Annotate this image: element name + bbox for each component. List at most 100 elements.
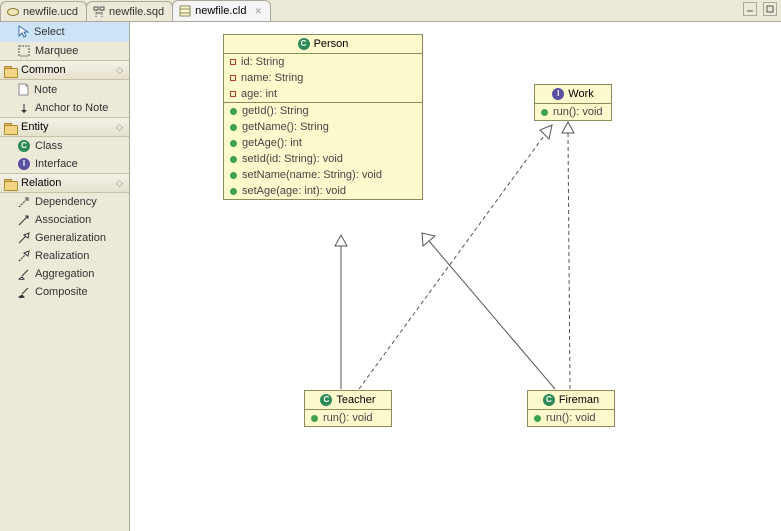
class-teacher[interactable]: C Teacher run(): void xyxy=(304,390,392,427)
palette-item-label: Select xyxy=(34,26,65,38)
operations-section: getId(): String getName(): String getAge… xyxy=(224,103,422,199)
operation-row[interactable]: run(): void xyxy=(305,410,391,426)
palette-item-aggregation[interactable]: Aggregation xyxy=(0,265,129,283)
class-icon: C xyxy=(320,394,332,406)
operation-row[interactable]: getName(): String xyxy=(224,119,422,135)
minimize-button[interactable] xyxy=(743,2,757,16)
palette-item-composite[interactable]: Composite xyxy=(0,283,129,301)
attributes-section: id: String name: String age: int xyxy=(224,54,422,103)
interface-icon: I xyxy=(18,158,30,170)
operation-row[interactable]: run(): void xyxy=(528,410,614,426)
palette-drawer-label: Entity xyxy=(21,121,49,133)
palette-item-realization[interactable]: Realization xyxy=(0,247,129,265)
operation-row[interactable]: getId(): String xyxy=(224,103,422,119)
public-icon xyxy=(230,172,237,179)
folder-icon xyxy=(4,122,17,133)
tab-label: newfile.sqd xyxy=(109,6,164,18)
palette-marquee-tool[interactable]: Marquee xyxy=(0,42,129,60)
palette-item-label: Marquee xyxy=(35,45,78,57)
palette-item-label: Composite xyxy=(35,286,88,298)
private-icon xyxy=(230,59,236,65)
palette-drawer-relation[interactable]: Relation ◇ xyxy=(0,173,129,193)
palette-item-label: Class xyxy=(35,140,63,152)
palette-drawer-common[interactable]: Common ◇ xyxy=(0,60,129,80)
operation-row[interactable]: run(): void xyxy=(535,104,611,120)
aggregation-icon xyxy=(18,268,30,280)
class-header: C Teacher xyxy=(305,391,391,410)
palette-item-label: Anchor to Note xyxy=(35,102,108,114)
palette-drawer-label: Relation xyxy=(21,177,61,189)
palette-item-label: Dependency xyxy=(35,196,97,208)
class-icon: C xyxy=(18,140,30,152)
operation-row[interactable]: getAge(): int xyxy=(224,135,422,151)
class-person[interactable]: C Person id: String name: String age: in… xyxy=(223,34,423,200)
folder-icon xyxy=(4,65,17,76)
palette-drawer-label: Common xyxy=(21,64,66,76)
operation-row[interactable]: setName(name: String): void xyxy=(224,167,422,183)
public-icon xyxy=(311,415,318,422)
folder-icon xyxy=(4,178,17,189)
realization-icon xyxy=(18,250,30,262)
interface-work[interactable]: I Work run(): void xyxy=(534,84,612,121)
class-icon: C xyxy=(298,38,310,50)
tab-newfile-sqd[interactable]: newfile.sqd xyxy=(86,1,173,21)
palette-item-association[interactable]: Association xyxy=(0,211,129,229)
palette-item-generalization[interactable]: Generalization xyxy=(0,229,129,247)
note-icon xyxy=(18,83,29,96)
palette-item-label: Note xyxy=(34,84,57,96)
cursor-icon xyxy=(18,25,29,39)
close-icon[interactable]: ✕ xyxy=(254,7,262,16)
operation-row[interactable]: setId(id: String): void xyxy=(224,151,422,167)
palette: Select Marquee Common ◇ Note Anchor to N… xyxy=(0,22,130,531)
tab-bar: newfile.ucd newfile.sqd newfile.cld ✕ xyxy=(0,0,781,22)
palette-item-label: Generalization xyxy=(35,232,106,244)
public-icon xyxy=(230,140,237,147)
operations-section: run(): void xyxy=(305,410,391,426)
palette-item-dependency[interactable]: Dependency xyxy=(0,193,129,211)
tab-newfile-ucd[interactable]: newfile.ucd xyxy=(0,1,87,21)
palette-drawer-entity[interactable]: Entity ◇ xyxy=(0,117,129,137)
palette-item-class[interactable]: C Class xyxy=(0,137,129,155)
diagram-canvas[interactable]: C Person id: String name: String age: in… xyxy=(130,22,781,531)
palette-item-label: Interface xyxy=(35,158,78,170)
usecase-diagram-icon xyxy=(7,8,19,16)
palette-select-tool[interactable]: Select xyxy=(0,22,129,42)
anchor-icon xyxy=(18,102,30,114)
chevron-icon: ◇ xyxy=(116,65,123,76)
editor-window-controls xyxy=(743,2,777,16)
public-icon xyxy=(230,124,237,131)
private-icon xyxy=(230,91,236,97)
dependency-icon xyxy=(18,196,30,208)
palette-item-label: Aggregation xyxy=(35,268,94,280)
maximize-button[interactable] xyxy=(763,2,777,16)
marquee-icon xyxy=(18,45,30,57)
operations-section: run(): void xyxy=(535,104,611,120)
attribute-row[interactable]: id: String xyxy=(224,54,422,70)
class-header: I Work xyxy=(535,85,611,104)
operation-row[interactable]: setAge(age: int): void xyxy=(224,183,422,199)
interface-icon: I xyxy=(552,88,564,100)
tab-newfile-cld[interactable]: newfile.cld ✕ xyxy=(172,0,271,21)
tab-label: newfile.cld xyxy=(195,5,246,17)
palette-item-anchor[interactable]: Anchor to Note xyxy=(0,99,129,117)
chevron-icon: ◇ xyxy=(116,122,123,133)
public-icon xyxy=(230,156,237,163)
attribute-row[interactable]: age: int xyxy=(224,86,422,102)
operations-section: run(): void xyxy=(528,410,614,426)
public-icon xyxy=(230,108,237,115)
tab-label: newfile.ucd xyxy=(23,6,78,18)
class-name: Person xyxy=(314,38,349,50)
palette-item-note[interactable]: Note xyxy=(0,80,129,99)
class-header: C Fireman xyxy=(528,391,614,410)
attribute-row[interactable]: name: String xyxy=(224,70,422,86)
class-icon: C xyxy=(543,394,555,406)
public-icon xyxy=(541,109,548,116)
sequence-diagram-icon xyxy=(93,6,105,18)
class-header: C Person xyxy=(224,35,422,54)
palette-item-interface[interactable]: I Interface xyxy=(0,155,129,173)
class-fireman[interactable]: C Fireman run(): void xyxy=(527,390,615,427)
private-icon xyxy=(230,75,236,81)
generalization-icon xyxy=(18,232,30,244)
public-icon xyxy=(534,415,541,422)
class-name: Teacher xyxy=(336,394,375,406)
